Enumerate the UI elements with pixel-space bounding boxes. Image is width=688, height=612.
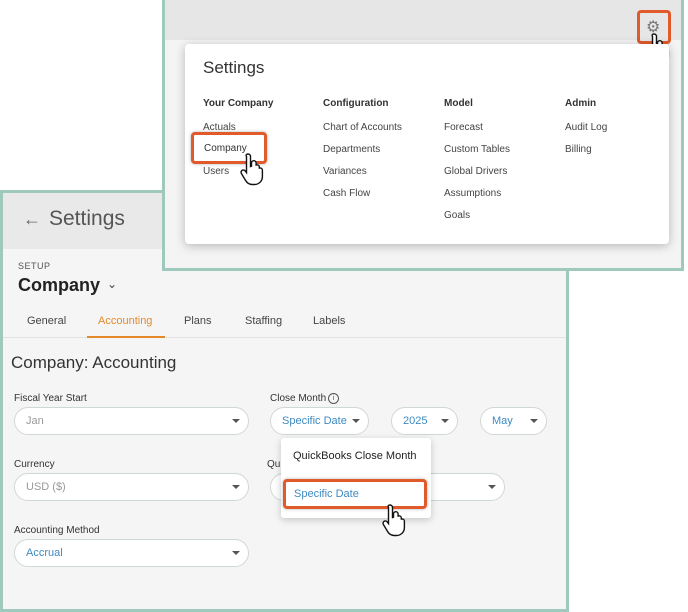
caret-down-icon xyxy=(232,551,240,555)
caret-down-icon xyxy=(488,485,496,489)
fiscal-year-start-select[interactable]: Jan xyxy=(14,407,249,435)
column-heading-your-company: Your Company xyxy=(203,98,274,109)
section-title: Company: Accounting xyxy=(11,353,177,372)
tab-accounting[interactable]: Accounting xyxy=(98,315,152,327)
menu-item-chart-of-accounts[interactable]: Chart of Accounts xyxy=(323,122,402,133)
menu-item-audit-log[interactable]: Audit Log xyxy=(565,122,607,133)
close-month-day-select[interactable]: May xyxy=(480,407,547,435)
arrow-left-icon[interactable]: ← xyxy=(23,209,41,230)
menu-item-forecast[interactable]: Forecast xyxy=(444,122,483,133)
close-month-value: Specific Date xyxy=(282,415,347,427)
menu-item-custom-tables[interactable]: Custom Tables xyxy=(444,144,510,155)
close-year-select[interactable]: 2025 xyxy=(391,407,458,435)
caret-down-icon xyxy=(441,419,449,423)
menu-item-goals[interactable]: Goals xyxy=(444,210,470,221)
tab-plans[interactable]: Plans xyxy=(184,315,212,327)
fiscal-year-start-value: Jan xyxy=(26,415,44,427)
settings-menu-panel: ⚙ Settings Your Company Actuals Users Co… xyxy=(162,0,684,271)
accounting-method-value: Accrual xyxy=(26,547,63,559)
tab-staffing[interactable]: Staffing xyxy=(245,315,282,327)
dropdown-option-label: Specific Date xyxy=(294,488,359,500)
caret-down-icon xyxy=(232,485,240,489)
column-heading-configuration: Configuration xyxy=(323,98,389,109)
tab-bar: General Accounting Plans Staffing Labels xyxy=(3,309,566,338)
currency-value: USD ($) xyxy=(26,481,66,493)
hand-pointer-icon xyxy=(240,153,264,186)
accounting-method-label: Accounting Method xyxy=(14,525,100,536)
close-year-value: 2025 xyxy=(403,415,428,427)
setup-label: SETUP xyxy=(18,261,51,271)
fiscal-year-start-label: Fiscal Year Start xyxy=(14,393,87,404)
caret-down-icon xyxy=(232,419,240,423)
menu-item-cash-flow[interactable]: Cash Flow xyxy=(323,188,370,199)
hand-pointer-icon xyxy=(382,504,406,537)
tab-general[interactable]: General xyxy=(27,315,66,327)
column-heading-model: Model xyxy=(444,98,473,109)
column-heading-admin: Admin xyxy=(565,98,597,109)
menu-item-assumptions[interactable]: Assumptions xyxy=(444,188,501,199)
menu-item-users[interactable]: Users xyxy=(203,166,229,177)
company-selector[interactable]: Company xyxy=(18,275,100,296)
top-bar xyxy=(165,0,681,40)
menu-item-billing[interactable]: Billing xyxy=(565,144,592,155)
close-month-month-value: May xyxy=(492,415,513,427)
currency-label: Currency xyxy=(14,459,55,470)
tab-labels[interactable]: Labels xyxy=(313,315,345,327)
menu-item-departments[interactable]: Departments xyxy=(323,144,380,155)
active-tab-indicator xyxy=(87,336,165,338)
close-month-label: Close Month xyxy=(270,393,327,404)
caret-down-icon xyxy=(352,419,360,423)
settings-menu: Settings Your Company Actuals Users Comp… xyxy=(185,44,669,244)
page-title: Settings xyxy=(49,207,125,230)
menu-item-global-drivers[interactable]: Global Drivers xyxy=(444,166,507,177)
chevron-down-icon[interactable]: ⌄ xyxy=(107,277,117,291)
quickbooks-field-label: Qu xyxy=(267,459,281,470)
close-month-select[interactable]: Specific Date xyxy=(270,407,369,435)
dropdown-option-quickbooks-close-month[interactable]: QuickBooks Close Month xyxy=(293,450,417,462)
info-icon: i xyxy=(328,393,339,404)
caret-down-icon xyxy=(530,419,538,423)
menu-title: Settings xyxy=(203,58,265,77)
currency-select[interactable]: USD ($) xyxy=(14,473,249,501)
menu-item-variances[interactable]: Variances xyxy=(323,166,367,177)
accounting-method-select[interactable]: Accrual xyxy=(14,539,249,567)
